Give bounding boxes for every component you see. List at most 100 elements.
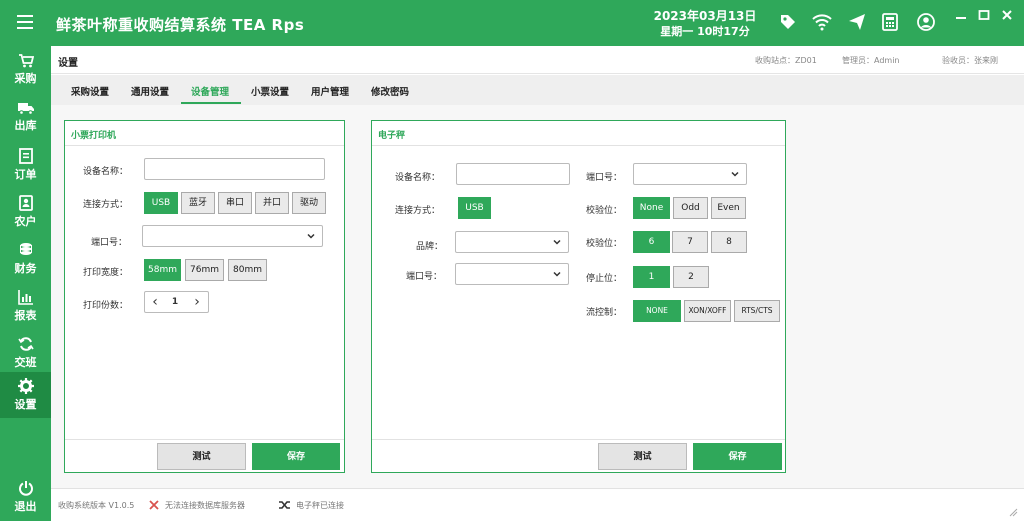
scale-conn-usb-button[interactable]: USB — [458, 197, 491, 219]
parity-label: 校验位： — [586, 206, 623, 216]
tab-user-management[interactable]: 用户管理 — [311, 84, 349, 98]
scale-connection-label: 连接方式： — [395, 206, 441, 216]
admin-text: 管理员：Admin — [842, 56, 900, 65]
sidebar-item-label: 财务 — [14, 262, 37, 275]
printer-test-button[interactable]: 测试 — [157, 443, 246, 470]
sidebar-item-settings[interactable]: 设置 — [0, 372, 51, 418]
increment-icon[interactable]: › — [189, 294, 205, 310]
menu-icon[interactable] — [13, 10, 37, 34]
app-title: 鲜茶叶称重收购结算系统 TEA Rps — [56, 16, 305, 34]
tab-device-management[interactable]: 设备管理 — [191, 84, 229, 98]
sidebar-item-reports[interactable]: 报表 — [0, 283, 51, 329]
databits-7-button[interactable]: 7 — [672, 231, 708, 253]
resize-handle-icon[interactable] — [1008, 507, 1018, 517]
printer-name-input[interactable] — [144, 158, 325, 180]
copies-stepper[interactable]: ‹ 1 › — [144, 291, 209, 313]
sidebar-item-label: 订单 — [14, 168, 37, 181]
parity-none-button[interactable]: None — [633, 197, 670, 219]
stopbits-label: 停止位： — [586, 274, 623, 284]
printer-port-select[interactable] — [142, 225, 323, 247]
scale-panel: 电子秤 设备名称： 连接方式： USB 品牌： 端口号： 端口号： 校验位： N… — [371, 120, 786, 473]
flow-xonxoff-button[interactable]: XON/XOFF — [684, 300, 731, 322]
gear-icon — [17, 378, 34, 394]
scale-port-label-right: 端口号： — [586, 173, 623, 183]
decrement-icon[interactable]: ‹ — [147, 294, 163, 310]
flow-none-button[interactable]: NONE — [633, 300, 681, 322]
send-icon[interactable] — [848, 13, 868, 33]
maximize-icon[interactable] — [977, 8, 993, 22]
printer-connection-label: 连接方式： — [83, 200, 129, 210]
sidebar-item-label: 出库 — [14, 119, 37, 132]
weekday-time-text: 星期一 10时17分 — [660, 25, 750, 38]
conn-bluetooth-button[interactable]: 蓝牙 — [181, 192, 215, 214]
user-icon[interactable] — [917, 13, 937, 33]
conn-driver-button[interactable]: 驱动 — [292, 192, 326, 214]
db-disconnected-icon — [149, 500, 159, 510]
sidebar-item-orders[interactable]: 订单 — [0, 142, 51, 188]
station-text: 收购站点：ZD01 — [755, 56, 817, 65]
conn-usb-button[interactable]: USB — [144, 192, 178, 214]
page-header: 设置 收购站点：ZD01 管理员：Admin 验收员：张来刚 — [51, 46, 1024, 74]
scale-name-label: 设备名称： — [395, 173, 441, 183]
stopbits-1-button[interactable]: 1 — [633, 266, 670, 288]
footer-divider — [65, 439, 344, 440]
tab-general-settings[interactable]: 通用设置 — [131, 84, 169, 98]
inspector-text: 验收员：张来刚 — [942, 56, 998, 65]
parity-odd-button[interactable]: Odd — [673, 197, 708, 219]
tag-icon[interactable] — [779, 13, 799, 33]
tab-receipt-settings[interactable]: 小票设置 — [251, 84, 289, 98]
scale-port-select-left[interactable] — [455, 263, 569, 285]
sidebar-item-farmers[interactable]: 农户 — [0, 189, 51, 235]
scale-status-text: 电子秤已连接 — [296, 501, 344, 510]
brand-select[interactable] — [455, 231, 569, 253]
chevron-down-icon — [553, 239, 561, 245]
print-width-label: 打印宽度： — [83, 268, 129, 278]
sidebar-item-finance[interactable]: 财务 — [0, 236, 51, 282]
sidebar-item-shift[interactable]: 交班 — [0, 330, 51, 376]
version-text: 收购系统版本 V1.0.5 — [58, 501, 135, 510]
status-bar: 收购系统版本 V1.0.5 无法连接数据库服务器 电子秤已连接 — [51, 488, 1024, 521]
conn-parallel-button[interactable]: 并口 — [255, 192, 289, 214]
parity-even-button[interactable]: Even — [711, 197, 746, 219]
width-58mm-button[interactable]: 58mm — [144, 259, 181, 281]
minimize-icon[interactable] — [954, 8, 970, 22]
farmer-icon — [18, 195, 33, 211]
tab-change-password[interactable]: 修改密码 — [371, 84, 409, 98]
databits-8-button[interactable]: 8 — [711, 231, 747, 253]
brand-label: 品牌： — [416, 242, 444, 252]
scale-save-button[interactable]: 保存 — [693, 443, 782, 470]
top-bar: 鲜茶叶称重收购结算系统 TEA Rps 2023年03月13日 星期一 10时1… — [0, 0, 1024, 46]
sidebar-item-logout[interactable]: 退出 — [0, 474, 51, 520]
width-80mm-button[interactable]: 80mm — [228, 259, 267, 281]
stopbits-2-button[interactable]: 2 — [673, 266, 709, 288]
calculator-icon[interactable] — [882, 13, 902, 33]
sidebar-item-label: 设置 — [14, 398, 37, 411]
scale-test-button[interactable]: 测试 — [598, 443, 687, 470]
sidebar-item-purchase[interactable]: 采购 — [0, 48, 51, 94]
close-icon[interactable] — [1000, 8, 1016, 22]
printer-save-button[interactable]: 保存 — [252, 443, 340, 470]
scale-panel-title: 电子秤 — [378, 131, 406, 141]
order-icon — [18, 148, 33, 164]
databits-6-button[interactable]: 6 — [633, 231, 670, 253]
flow-control-label: 流控制： — [586, 308, 623, 318]
sidebar-item-outbound[interactable]: 出库 — [0, 95, 51, 141]
width-76mm-button[interactable]: 76mm — [185, 259, 224, 281]
conn-serial-button[interactable]: 串口 — [218, 192, 252, 214]
chart-icon — [17, 290, 33, 305]
date-text: 2023年03月13日 — [653, 9, 757, 23]
wifi-icon[interactable] — [812, 13, 832, 33]
divider — [372, 145, 785, 146]
db-status-text: 无法连接数据库服务器 — [165, 501, 245, 510]
printer-panel: 小票打印机 设备名称： 连接方式： USB 蓝牙 串口 并口 驱动 端口号： 打… — [64, 120, 345, 473]
active-tab-indicator — [181, 102, 241, 104]
date-time: 2023年03月13日 星期一 10时17分 — [650, 9, 760, 39]
scale-port-select-right[interactable] — [633, 163, 747, 185]
flow-rtscts-button[interactable]: RTS/CTS — [734, 300, 780, 322]
scale-name-input[interactable] — [456, 163, 570, 185]
sidebar-item-label: 报表 — [14, 309, 37, 322]
shuffle-icon — [279, 501, 290, 509]
truck-icon — [17, 103, 34, 115]
sidebar-item-label: 采购 — [14, 72, 37, 85]
tab-purchase-settings[interactable]: 采购设置 — [71, 84, 109, 98]
